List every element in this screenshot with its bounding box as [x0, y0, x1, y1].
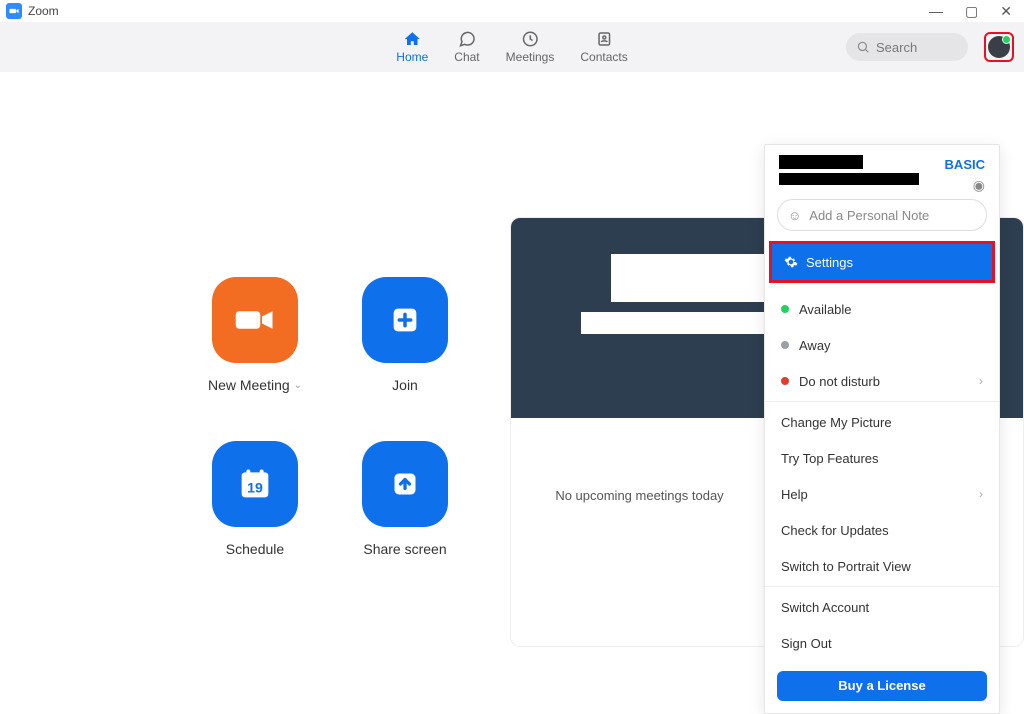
status-dot-icon — [781, 377, 789, 385]
profile-name-redacted — [779, 155, 863, 169]
window-controls: — ▢ ✕ — [929, 4, 1018, 18]
menu-label: Settings — [806, 255, 853, 270]
home-icon — [401, 30, 423, 48]
menu-label: Away — [799, 338, 831, 353]
main-area: New Meeting ⌄ Join 19 Schedule Share scre… — [0, 72, 1024, 602]
menu-label: Try Top Features — [781, 451, 879, 466]
avatar-icon — [988, 36, 1010, 58]
menu-change-picture[interactable]: Change My Picture — [765, 404, 999, 440]
status-dot-icon — [781, 305, 789, 313]
close-button[interactable]: ✕ — [1000, 4, 1012, 18]
plus-icon — [362, 277, 448, 363]
personal-note-placeholder: Add a Personal Note — [809, 208, 929, 223]
menu-label: Do not disturb — [799, 374, 880, 389]
status-dnd[interactable]: Do not disturb › — [765, 363, 999, 399]
emoji-icon[interactable]: ☺ — [788, 208, 801, 223]
chevron-right-icon: › — [979, 487, 983, 501]
divider — [765, 401, 999, 402]
menu-sign-out[interactable]: Sign Out — [765, 625, 999, 661]
svg-text:19: 19 — [247, 480, 263, 496]
profile-header: BASIC ◉ — [765, 145, 999, 193]
action-grid: New Meeting ⌄ Join 19 Schedule Share scre… — [180, 277, 480, 557]
share-icon — [362, 441, 448, 527]
menu-try-top-features[interactable]: Try Top Features — [765, 440, 999, 476]
window-title: Zoom — [28, 4, 59, 18]
menu-label: Change My Picture — [781, 415, 892, 430]
tab-label: Home — [396, 50, 428, 64]
tab-label: Chat — [454, 50, 479, 64]
menu-help[interactable]: Help › — [765, 476, 999, 512]
status-dot-icon — [781, 341, 789, 349]
divider — [765, 586, 999, 587]
profile-menu: BASIC ◉ ☺ Add a Personal Note Settings A… — [764, 144, 1000, 714]
schedule-button[interactable]: 19 Schedule — [180, 441, 330, 557]
calendar-icon: 19 — [212, 441, 298, 527]
search-icon — [856, 40, 870, 54]
menu-label: Check for Updates — [781, 523, 889, 538]
menu-label: Sign Out — [781, 636, 832, 651]
search-input[interactable]: Search — [846, 33, 968, 61]
chevron-right-icon: › — [979, 374, 983, 388]
settings-highlight: Settings — [769, 241, 995, 283]
search-placeholder: Search — [876, 40, 917, 55]
menu-settings[interactable]: Settings — [772, 244, 992, 280]
clock-icon — [519, 30, 541, 48]
menu-label: Buy a License — [838, 678, 925, 693]
top-nav: Home Chat Meetings Contacts Search — [0, 22, 1024, 72]
tab-label: Contacts — [580, 50, 627, 64]
status-away[interactable]: Away — [765, 327, 999, 363]
action-label: Join — [392, 377, 418, 393]
tab-home[interactable]: Home — [396, 30, 428, 64]
time-placeholder — [611, 254, 781, 302]
video-icon — [212, 277, 298, 363]
gear-icon — [784, 255, 798, 269]
account-type-badge: BASIC — [945, 157, 985, 172]
titlebar: Zoom — ▢ ✕ — [0, 0, 1024, 22]
share-screen-button[interactable]: Share screen — [330, 441, 480, 557]
minimize-button[interactable]: — — [929, 4, 943, 18]
action-label: Share screen — [363, 541, 446, 557]
menu-switch-account[interactable]: Switch Account — [765, 589, 999, 625]
tab-meetings[interactable]: Meetings — [506, 30, 555, 64]
tab-chat[interactable]: Chat — [454, 30, 479, 64]
profile-avatar-button[interactable] — [984, 32, 1014, 62]
personal-note-input[interactable]: ☺ Add a Personal Note — [777, 199, 987, 231]
contacts-icon — [593, 30, 615, 48]
buy-license-button[interactable]: Buy a License — [777, 671, 987, 701]
status-available[interactable]: Available — [765, 291, 999, 327]
chat-icon — [456, 30, 478, 48]
menu-label: Help — [781, 487, 808, 502]
profile-email-redacted — [779, 173, 919, 185]
action-label: Schedule — [226, 541, 284, 557]
menu-check-updates[interactable]: Check for Updates — [765, 512, 999, 548]
chevron-down-icon[interactable]: ⌄ — [294, 380, 302, 391]
new-meeting-button[interactable]: New Meeting ⌄ — [180, 277, 330, 393]
menu-label: Switch to Portrait View — [781, 559, 911, 574]
menu-switch-portrait[interactable]: Switch to Portrait View — [765, 548, 999, 584]
nav-tabs: Home Chat Meetings Contacts — [396, 30, 627, 64]
action-label: New Meeting — [208, 377, 290, 393]
join-button[interactable]: Join — [330, 277, 480, 393]
tab-label: Meetings — [506, 50, 555, 64]
tab-contacts[interactable]: Contacts — [580, 30, 627, 64]
menu-label: Available — [799, 302, 852, 317]
app-icon — [6, 3, 22, 19]
eye-icon[interactable]: ◉ — [973, 177, 985, 194]
maximize-button[interactable]: ▢ — [965, 4, 978, 18]
